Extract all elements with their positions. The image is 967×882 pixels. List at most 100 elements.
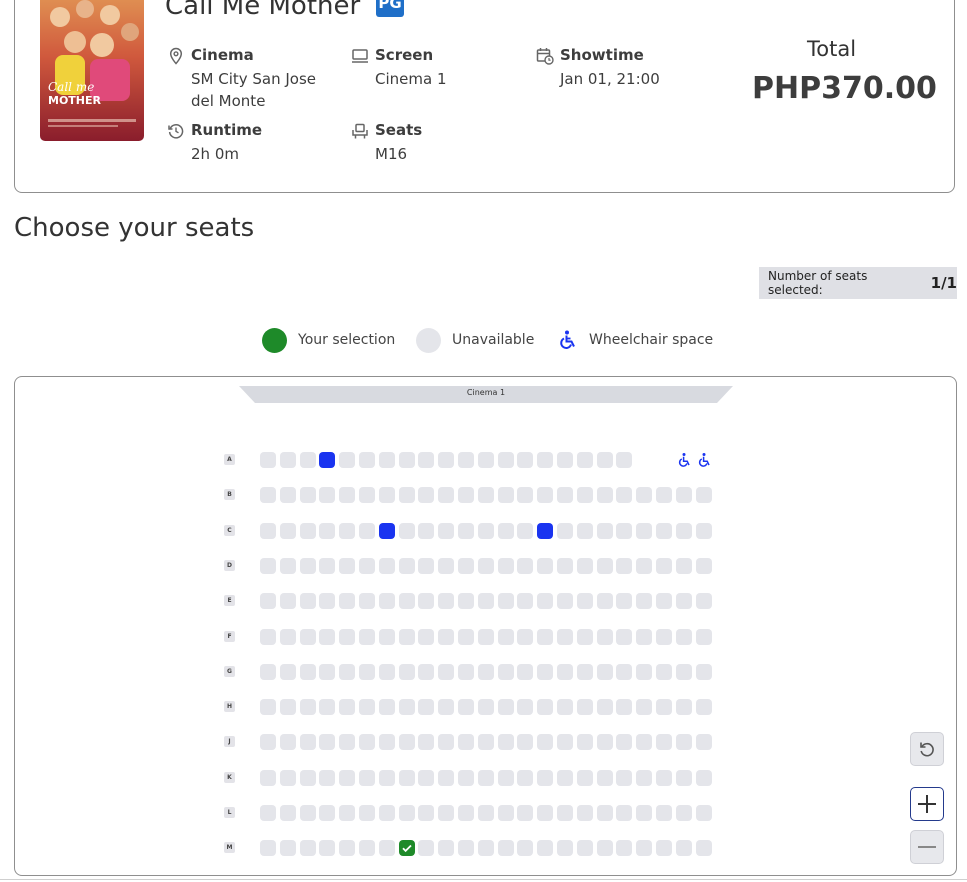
seat-f21[interactable] <box>656 628 672 645</box>
seat-e9[interactable] <box>418 593 435 610</box>
seat-k8[interactable] <box>398 769 415 786</box>
seat-j3[interactable] <box>299 734 316 751</box>
seat-b18[interactable] <box>596 487 613 504</box>
seat-k20[interactable] <box>636 769 653 786</box>
seat-l1[interactable] <box>260 805 276 821</box>
seat-d23[interactable] <box>695 557 712 574</box>
seat-e20[interactable] <box>636 593 653 610</box>
seat-f9[interactable] <box>418 628 435 645</box>
seat-g1[interactable] <box>260 663 276 680</box>
seat-g2[interactable] <box>279 663 296 680</box>
seat-d18[interactable] <box>596 557 613 574</box>
seat-e12[interactable] <box>477 593 494 610</box>
seat-c4[interactable] <box>319 522 336 539</box>
reset-view-button[interactable] <box>910 732 944 766</box>
seat-d2[interactable] <box>279 557 296 574</box>
seat-j15[interactable] <box>537 734 554 751</box>
seat-k2[interactable] <box>279 769 296 786</box>
seat-h10[interactable] <box>438 699 455 716</box>
seat-m2[interactable] <box>279 840 296 857</box>
seat-b3[interactable] <box>299 487 316 504</box>
seat-f4[interactable] <box>319 628 336 645</box>
seat-d8[interactable] <box>398 557 415 574</box>
seat-a9[interactable] <box>418 452 435 468</box>
seat-e10[interactable] <box>438 593 455 610</box>
seat-h19[interactable] <box>616 699 633 716</box>
seat-g6[interactable] <box>359 663 375 680</box>
seat-a7[interactable] <box>378 452 395 468</box>
seat-d16[interactable] <box>557 557 573 574</box>
seat-b4[interactable] <box>319 487 336 504</box>
seat-f16[interactable] <box>557 628 573 645</box>
seat-b5[interactable] <box>339 487 356 504</box>
seat-g22[interactable] <box>675 663 692 680</box>
seat-j22[interactable] <box>675 734 692 751</box>
seat-l7[interactable] <box>378 805 395 821</box>
seat-m3[interactable] <box>299 840 316 857</box>
seat-e3[interactable] <box>299 593 316 610</box>
seat-e23[interactable] <box>695 593 712 610</box>
seat-c15[interactable] <box>537 522 554 539</box>
seat-m6[interactable] <box>359 840 375 857</box>
seat-b8[interactable] <box>398 487 415 504</box>
seat-d19[interactable] <box>616 557 633 574</box>
seat-h20[interactable] <box>636 699 653 716</box>
seat-l5[interactable] <box>339 805 356 821</box>
seat-c21[interactable] <box>656 522 672 539</box>
seat-b13[interactable] <box>497 487 514 504</box>
seat-d5[interactable] <box>339 557 356 574</box>
seat-k1[interactable] <box>260 769 276 786</box>
seat-m7[interactable] <box>378 840 395 857</box>
seat-m1[interactable] <box>260 840 276 857</box>
seat-k10[interactable] <box>438 769 455 786</box>
seat-c22[interactable] <box>675 522 692 539</box>
seat-e2[interactable] <box>279 593 296 610</box>
seat-k14[interactable] <box>517 769 534 786</box>
seat-k11[interactable] <box>458 769 474 786</box>
seat-g8[interactable] <box>398 663 415 680</box>
seat-e7[interactable] <box>378 593 395 610</box>
seat-a5[interactable] <box>339 452 356 468</box>
seat-l2[interactable] <box>279 805 296 821</box>
seat-g14[interactable] <box>517 663 534 680</box>
seat-a4[interactable] <box>319 452 336 468</box>
seat-h16[interactable] <box>557 699 573 716</box>
seat-m5[interactable] <box>339 840 356 857</box>
seat-l18[interactable] <box>596 805 613 821</box>
seat-c1[interactable] <box>260 522 276 539</box>
seat-a1[interactable] <box>260 452 276 468</box>
seat-d17[interactable] <box>576 557 593 574</box>
seat-l21[interactable] <box>656 805 672 821</box>
seat-g11[interactable] <box>458 663 474 680</box>
seat-j19[interactable] <box>616 734 633 751</box>
seat-c3[interactable] <box>299 522 316 539</box>
seat-c13[interactable] <box>497 522 514 539</box>
seat-f18[interactable] <box>596 628 613 645</box>
seat-f19[interactable] <box>616 628 633 645</box>
seat-m11[interactable] <box>458 840 474 857</box>
seat-l14[interactable] <box>517 805 534 821</box>
seat-h4[interactable] <box>319 699 336 716</box>
seat-c7[interactable] <box>378 522 395 539</box>
seat-a22[interactable] <box>676 452 692 468</box>
seat-c5[interactable] <box>339 522 356 539</box>
seat-f3[interactable] <box>299 628 316 645</box>
seat-b15[interactable] <box>537 487 554 504</box>
seat-k4[interactable] <box>319 769 336 786</box>
seat-h1[interactable] <box>260 699 276 716</box>
seat-b19[interactable] <box>616 487 633 504</box>
seat-a16[interactable] <box>557 452 573 468</box>
seat-j12[interactable] <box>477 734 494 751</box>
seat-f15[interactable] <box>537 628 554 645</box>
seat-h3[interactable] <box>299 699 316 716</box>
seat-k13[interactable] <box>497 769 514 786</box>
seat-d3[interactable] <box>299 557 316 574</box>
seat-b9[interactable] <box>418 487 435 504</box>
seat-e11[interactable] <box>458 593 474 610</box>
seat-m19[interactable] <box>616 840 633 857</box>
seat-j18[interactable] <box>596 734 613 751</box>
seat-b20[interactable] <box>636 487 653 504</box>
seat-k18[interactable] <box>596 769 613 786</box>
seat-h6[interactable] <box>359 699 375 716</box>
seat-f17[interactable] <box>576 628 593 645</box>
